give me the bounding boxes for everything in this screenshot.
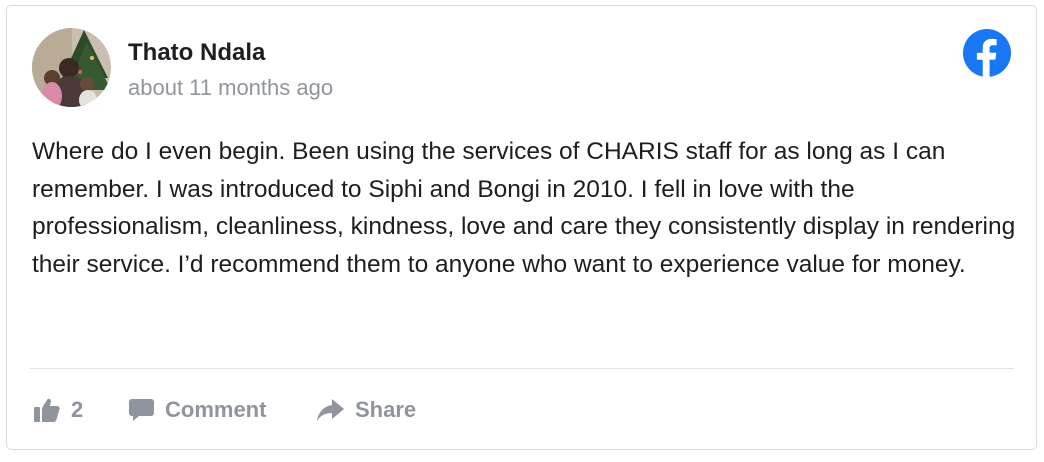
- comment-icon: [129, 398, 154, 422]
- share-arrow-icon: [317, 399, 344, 421]
- share-label: Share: [355, 397, 417, 422]
- review-timestamp[interactable]: about 11 months ago: [128, 75, 333, 101]
- like-count: 2: [71, 397, 84, 422]
- author-name[interactable]: Thato Ndala: [128, 39, 265, 67]
- like-button[interactable]: 2: [34, 395, 83, 425]
- comment-label: Comment: [165, 397, 267, 422]
- thumbs-up-icon: [34, 398, 60, 422]
- review-card: Thato Ndala about 11 months ago Where do…: [6, 5, 1037, 450]
- avatar-photo: [32, 28, 111, 107]
- divider: [30, 368, 1014, 369]
- comment-button[interactable]: Comment: [129, 395, 266, 425]
- avatar[interactable]: [32, 28, 111, 107]
- review-text: Where do I even begin. Been using the se…: [32, 138, 1016, 278]
- share-button[interactable]: Share: [317, 395, 416, 425]
- facebook-icon[interactable]: [963, 29, 1011, 77]
